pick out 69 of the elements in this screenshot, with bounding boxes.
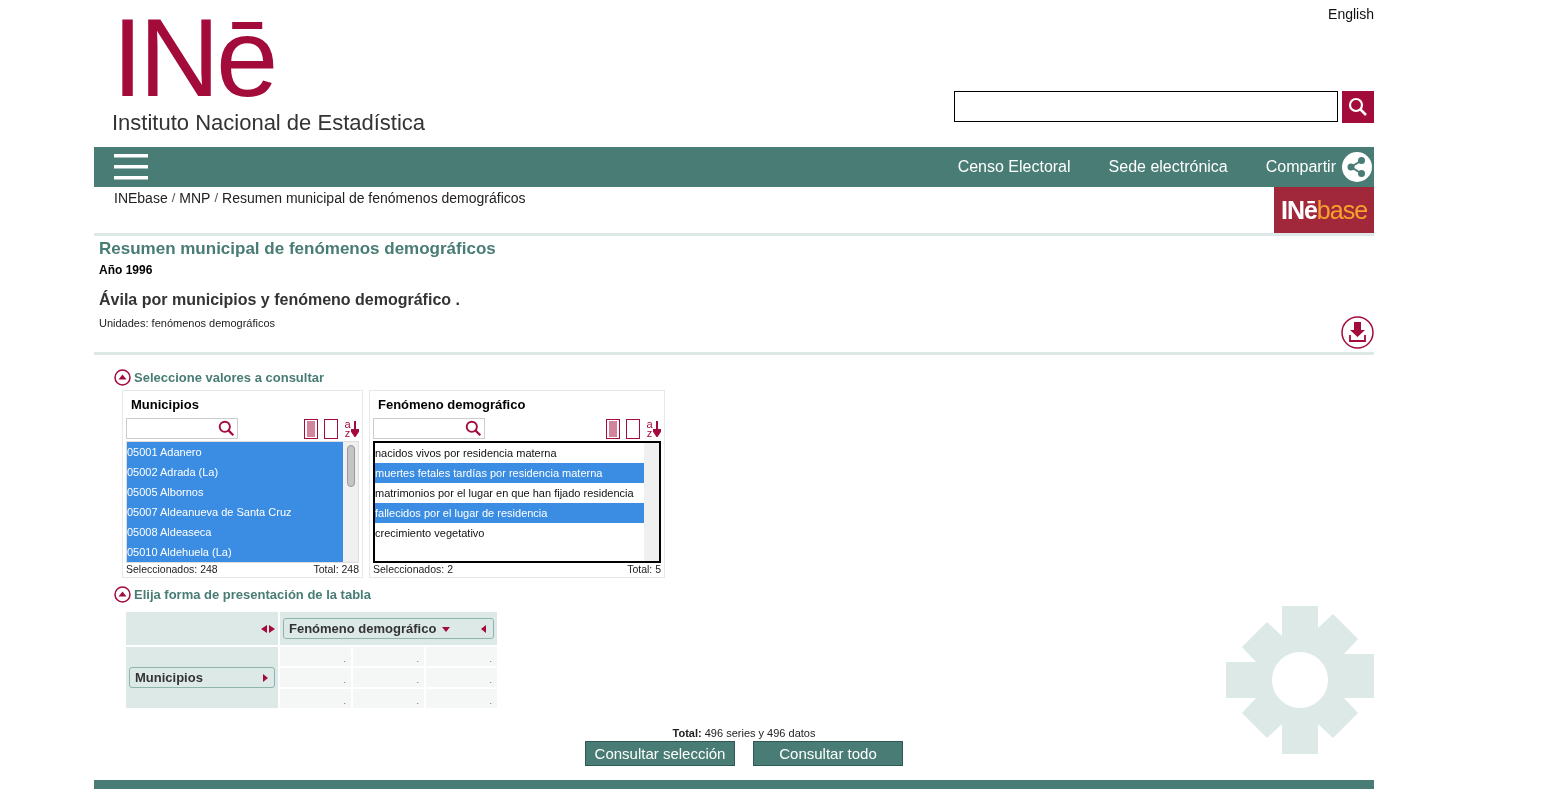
- list-option[interactable]: fallecidos por el lugar de residencia: [375, 503, 644, 523]
- sort-button[interactable]: az: [344, 419, 359, 438]
- breadcrumb-link[interactable]: MNP: [179, 190, 211, 206]
- column-variable-chip[interactable]: Fenómeno demográfico: [283, 618, 494, 639]
- gear-icon: [1226, 606, 1374, 754]
- selected-count: Seleccionados: 2: [373, 563, 453, 575]
- page-title: Resumen municipal de fenómenos demográficos: [99, 239, 496, 259]
- table-cell: .: [280, 689, 351, 708]
- breadcrumb-separator: /: [171, 190, 176, 205]
- query-button[interactable]: Consultar todo: [753, 741, 903, 766]
- year-label: Año 1996: [99, 263, 154, 277]
- sort-button[interactable]: az: [646, 419, 661, 438]
- select-all-icon[interactable]: [606, 418, 620, 439]
- select-all-icon[interactable]: [304, 418, 318, 439]
- search-icon: [1348, 97, 1368, 117]
- selected-count: Seleccionados: 248: [126, 563, 218, 575]
- scrollbar[interactable]: [343, 442, 358, 562]
- search-icon: [218, 420, 235, 437]
- logo-mark[interactable]: INē: [112, 6, 426, 110]
- logo-text: Instituto Nacional de Estadística: [112, 110, 426, 136]
- row-variable-chip[interactable]: Municipios: [129, 667, 275, 688]
- table-cell: .: [353, 689, 424, 708]
- query-button[interactable]: Consultar selección: [585, 741, 735, 766]
- download-icon[interactable]: [1341, 316, 1374, 349]
- table-cell: .: [426, 668, 497, 687]
- table-cell: .: [280, 668, 351, 687]
- breadcrumb-link[interactable]: Resumen municipal de fenómenos demográficos: [222, 190, 526, 206]
- breadcrumb-separator: /: [214, 190, 219, 205]
- units-label: Unidades: fenómenos demográficos: [99, 317, 277, 329]
- table-title: Ávila por municipios y fenómeno demográfico .: [99, 291, 461, 309]
- list-option[interactable]: 05002 Adrada (La): [127, 462, 343, 482]
- table-cell: .: [353, 647, 424, 666]
- breadcrumb-link[interactable]: INEbase: [114, 190, 168, 206]
- share-icon[interactable]: [1342, 152, 1372, 182]
- share-link[interactable]: Compartir: [1265, 152, 1372, 182]
- right-arrow-icon: [261, 673, 269, 682]
- nav-link[interactable]: Sede electrónica: [1108, 158, 1228, 176]
- deselect-all-icon[interactable]: [324, 418, 338, 439]
- search-field[interactable]: [954, 91, 1338, 122]
- table-cell: .: [280, 647, 351, 666]
- caret-icon: [442, 624, 451, 633]
- total-count: Total: 248: [313, 563, 359, 575]
- search-button[interactable]: [1342, 91, 1374, 123]
- panel-title: Municipios: [130, 397, 200, 412]
- scrollbar[interactable]: [644, 443, 659, 561]
- deselect-all-icon[interactable]: [626, 418, 640, 439]
- menu-icon[interactable]: [114, 154, 148, 180]
- search-icon: [465, 420, 482, 437]
- list-option[interactable]: 05008 Aldeaseca: [127, 522, 343, 542]
- list-option[interactable]: 05005 Albornos: [127, 482, 343, 502]
- nav-link[interactable]: Censo Electoral: [957, 158, 1071, 176]
- swap-icon[interactable]: [261, 624, 275, 633]
- table-cell: .: [353, 668, 424, 687]
- section-toggle[interactable]: Seleccione valores a consultar: [114, 369, 325, 386]
- list-box[interactable]: nacidos vivos por residencia materna muertes fetales tardías por residencia materna matrimonios por el lugar en que han fijado residencia fallecidos por el lugar de residencia crecimiento vegetativo: [373, 441, 661, 563]
- language-link[interactable]: English: [1328, 6, 1374, 22]
- totals-text: Total: 496 series y 496 datos: [672, 727, 816, 739]
- panel-title: Fenómeno demográfico: [377, 397, 527, 412]
- list-option[interactable]: 05007 Aldeanueva de Santa Cruz: [127, 502, 343, 522]
- list-option[interactable]: 05010 Aldehuela (La): [127, 542, 343, 562]
- left-arrow-icon: [480, 624, 488, 633]
- inebase-logo[interactable]: INēbase: [1274, 187, 1374, 233]
- table-cell: .: [426, 647, 497, 666]
- table-cell: .: [426, 689, 497, 708]
- list-box[interactable]: 05001 Adanero 05002 Adrada (La) 05005 Albornos 05007 Aldeanueva de Santa Cruz 05008 Aldeaseca 05010 Aldehuela (La): [126, 441, 359, 563]
- total-count: Total: 5: [627, 563, 661, 575]
- section-toggle[interactable]: Elija forma de presentación de la tabla: [114, 586, 371, 603]
- list-option[interactable]: muertes fetales tardías por residencia materna: [375, 463, 644, 483]
- list-option[interactable]: 05001 Adanero: [127, 442, 343, 462]
